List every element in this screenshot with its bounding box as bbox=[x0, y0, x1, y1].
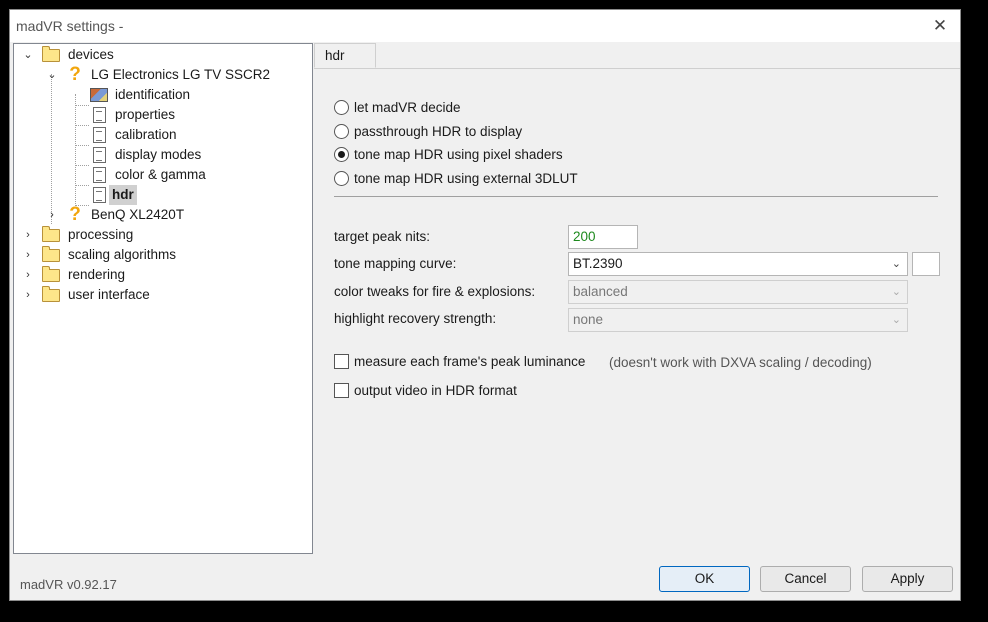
settings-tree[interactable]: ⌄ devices ⌄ ? LG Electronics LG TV SSCR2… bbox=[13, 43, 313, 554]
tree-item-label: identification bbox=[115, 87, 191, 102]
tree-item-properties[interactable]: properties bbox=[14, 105, 310, 125]
close-icon[interactable]: ✕ bbox=[928, 14, 952, 38]
radio-label: tone map HDR using external 3DLUT bbox=[354, 171, 578, 186]
tree-item-label: hdr bbox=[109, 185, 137, 205]
tree-item-label: processing bbox=[68, 227, 134, 242]
tree-item-identification[interactable]: identification bbox=[14, 85, 310, 105]
tab-hdr[interactable]: hdr bbox=[314, 43, 376, 68]
radio-label: let madVR decide bbox=[354, 100, 461, 115]
hdr-panel: let madVR decide passthrough HDR to disp… bbox=[314, 68, 960, 554]
page-icon bbox=[93, 147, 106, 163]
separator bbox=[334, 196, 938, 197]
tree-item-label: rendering bbox=[68, 267, 126, 282]
page-icon bbox=[93, 167, 106, 183]
chevron-down-icon: ⌄ bbox=[891, 314, 901, 326]
tree-item-processing[interactable]: › processing bbox=[14, 225, 310, 245]
radio-button[interactable] bbox=[334, 100, 349, 115]
chevron-down-icon: ⌄ bbox=[891, 286, 901, 298]
tree-item-label: color & gamma bbox=[115, 167, 206, 182]
highlight-recovery-select[interactable]: none ⌄ bbox=[568, 308, 908, 332]
tree-item-label: calibration bbox=[115, 127, 177, 142]
color-tweaks-label: color tweaks for fire & explosions: bbox=[334, 284, 536, 299]
settings-window: madVR settings - ✕ ⌄ devices ⌄ ? LG Elec… bbox=[9, 9, 961, 601]
title-bar[interactable]: madVR settings - ✕ bbox=[10, 10, 960, 42]
tree-item-color-gamma[interactable]: color & gamma bbox=[14, 165, 310, 185]
tab-strip: hdr bbox=[314, 43, 960, 69]
chevron-down-icon[interactable]: ⌄ bbox=[45, 65, 59, 85]
question-icon: ? bbox=[69, 204, 81, 225]
tone-mapping-curve-label: tone mapping curve: bbox=[334, 256, 457, 271]
target-peak-nits-label: target peak nits: bbox=[334, 229, 431, 244]
highlight-recovery-label: highlight recovery strength: bbox=[334, 311, 497, 326]
folder-icon bbox=[42, 246, 60, 262]
image-icon bbox=[90, 88, 108, 102]
folder-icon bbox=[42, 226, 60, 242]
dxva-note: (doesn't work with DXVA scaling / decodi… bbox=[609, 355, 872, 370]
radio-label: tone map HDR using pixel shaders bbox=[354, 147, 563, 162]
radio-label: passthrough HDR to display bbox=[354, 124, 523, 139]
tree-item-benq[interactable]: › ? BenQ XL2420T bbox=[14, 205, 310, 225]
tree-item-label: scaling algorithms bbox=[68, 247, 177, 262]
window-title: madVR settings - bbox=[16, 18, 124, 34]
chevron-down-icon[interactable]: ⌄ bbox=[21, 45, 35, 65]
tree-item-user-interface[interactable]: › user interface bbox=[14, 285, 310, 305]
question-icon: ? bbox=[69, 64, 81, 85]
chevron-right-icon[interactable]: › bbox=[21, 285, 35, 305]
tree-item-hdr[interactable]: hdr bbox=[14, 185, 310, 205]
ok-button[interactable]: OK bbox=[659, 566, 750, 592]
color-tweaks-value: balanced bbox=[573, 284, 628, 299]
chevron-down-icon: ⌄ bbox=[891, 258, 901, 270]
tree-item-label: BenQ XL2420T bbox=[91, 207, 185, 222]
checkbox-label: measure each frame's peak luminance bbox=[354, 354, 586, 369]
curve-settings-button[interactable] bbox=[912, 252, 940, 276]
page-icon bbox=[93, 187, 106, 203]
page-icon bbox=[93, 127, 106, 143]
tree-item-lg-tv[interactable]: ⌄ ? LG Electronics LG TV SSCR2 bbox=[14, 65, 310, 85]
chevron-right-icon[interactable]: › bbox=[21, 265, 35, 285]
tree-item-label: user interface bbox=[68, 287, 150, 302]
tree-item-label: devices bbox=[68, 47, 114, 62]
tree-item-label: LG Electronics LG TV SSCR2 bbox=[91, 67, 271, 82]
chevron-right-icon[interactable]: › bbox=[21, 245, 35, 265]
chevron-right-icon[interactable]: › bbox=[45, 205, 59, 225]
tone-mapping-curve-value: BT.2390 bbox=[573, 256, 623, 271]
checkbox[interactable] bbox=[334, 354, 349, 369]
version-label: madVR v0.92.17 bbox=[20, 577, 117, 592]
folder-icon bbox=[42, 286, 60, 302]
tree-item-display-modes[interactable]: display modes bbox=[14, 145, 310, 165]
checkbox-label: output video in HDR format bbox=[354, 383, 517, 398]
highlight-recovery-value: none bbox=[573, 312, 604, 327]
radio-button[interactable] bbox=[334, 124, 349, 139]
tone-mapping-curve-select[interactable]: BT.2390 ⌄ bbox=[568, 252, 908, 276]
target-peak-nits-value: 200 bbox=[573, 229, 596, 244]
tree-item-devices[interactable]: ⌄ devices bbox=[14, 45, 310, 65]
tree-item-label: display modes bbox=[115, 147, 202, 162]
radio-button[interactable] bbox=[334, 171, 349, 186]
chevron-right-icon[interactable]: › bbox=[21, 225, 35, 245]
page-icon bbox=[93, 107, 106, 123]
folder-icon bbox=[42, 266, 60, 282]
radio-button[interactable] bbox=[334, 147, 349, 162]
tree-item-scaling-algorithms[interactable]: › scaling algorithms bbox=[14, 245, 310, 265]
folder-icon bbox=[42, 46, 60, 62]
cancel-button[interactable]: Cancel bbox=[760, 566, 851, 592]
tree-item-calibration[interactable]: calibration bbox=[14, 125, 310, 145]
apply-button[interactable]: Apply bbox=[862, 566, 953, 592]
target-peak-nits-input[interactable]: 200 bbox=[568, 225, 638, 249]
tree-item-rendering[interactable]: › rendering bbox=[14, 265, 310, 285]
color-tweaks-select[interactable]: balanced ⌄ bbox=[568, 280, 908, 304]
tree-item-label: properties bbox=[115, 107, 176, 122]
checkbox[interactable] bbox=[334, 383, 349, 398]
